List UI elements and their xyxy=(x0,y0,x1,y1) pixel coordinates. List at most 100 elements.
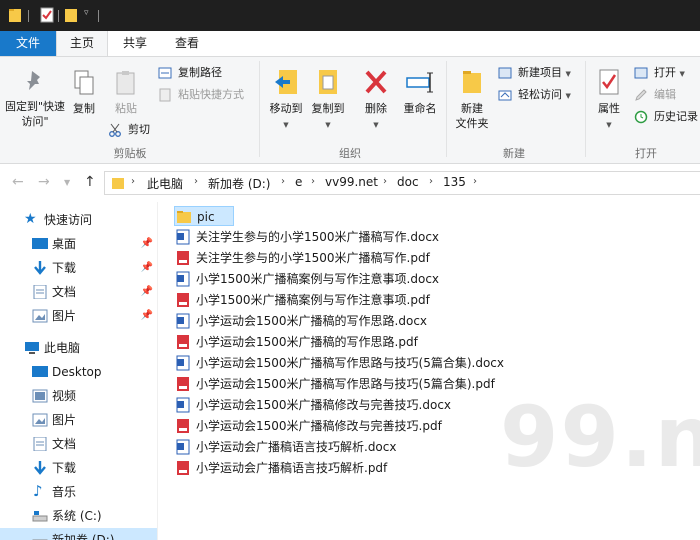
ribbon: 固定到"快速访问" 复制 粘贴 复制路径 粘贴快捷方式 剪切 剪贴板 移动到 ▼ … xyxy=(0,56,700,164)
open-group-label: 打开 xyxy=(635,147,657,160)
nav-item-label: 系统 (C:) xyxy=(52,509,102,523)
new-item-button[interactable]: 新建项目 ▼ xyxy=(498,63,571,83)
edit-button[interactable]: 编辑 xyxy=(634,85,676,105)
properties-button[interactable]: 属性 ▼ xyxy=(590,67,628,133)
download-icon xyxy=(34,461,46,475)
nav-item-pictures[interactable]: 图片 📌 xyxy=(0,304,157,328)
pin-icon[interactable]: 📌 xyxy=(141,304,153,328)
address-bar[interactable]: › 此电脑 › 新加卷 (D:) › e › vv99.net › doc › … xyxy=(104,171,700,195)
up-arrow-icon[interactable]: ↑ xyxy=(84,174,96,190)
nav-quick-access-label: 快速访问 xyxy=(44,213,93,227)
nav-this-pc-label: 此电脑 xyxy=(44,341,81,355)
paste-icon xyxy=(116,71,135,95)
easy-access-button[interactable]: 轻松访问 ▼ xyxy=(498,85,571,105)
list-item-folder[interactable]: pic xyxy=(174,206,234,226)
nav-item-drive-d[interactable]: 新加卷 (D:) xyxy=(0,528,157,540)
nav-item-videos[interactable]: 视频 xyxy=(0,384,157,408)
pin-icon[interactable]: 📌 xyxy=(141,232,153,256)
file-name: 关注学生参与的小学1500米广播稿写作.docx xyxy=(196,230,440,244)
breadcrumb-separator: › xyxy=(473,176,477,187)
folder-icon xyxy=(112,178,124,189)
delete-button[interactable]: 删除 ▼ xyxy=(358,67,394,133)
copy-to-button[interactable]: 复制到 ▼ xyxy=(306,67,350,133)
edit-icon xyxy=(635,89,647,101)
nav-item-drive-c[interactable]: 系统 (C:) xyxy=(0,504,157,528)
rename-button[interactable]: 重命名 xyxy=(398,67,442,116)
nav-item-label: Desktop xyxy=(52,365,102,379)
breadcrumb-135[interactable]: 135 xyxy=(443,175,466,189)
breadcrumb-separator: › xyxy=(311,176,315,187)
nav-this-pc[interactable]: 此电脑 xyxy=(0,336,157,360)
new-folder-icon[interactable] xyxy=(64,7,78,23)
title-bar: ▿ xyxy=(0,0,700,31)
pictures-icon xyxy=(32,309,48,323)
nav-quick-access[interactable]: ★ 快速访问 xyxy=(0,208,157,232)
nav-item-label: 下载 xyxy=(52,261,77,275)
nav-item-music[interactable]: ♪ 音乐 xyxy=(0,480,157,504)
videos-icon xyxy=(32,389,48,403)
properties-check-icon[interactable] xyxy=(40,7,54,23)
nav-item-label: 文档 xyxy=(52,437,77,451)
pin-icon[interactable]: 📌 xyxy=(141,280,153,304)
nav-item-documents-pc[interactable]: 文档 xyxy=(0,432,157,456)
file-name: 小学运动会1500米广播稿写作思路与技巧(5篇合集).docx xyxy=(196,356,505,370)
new-folder-button[interactable]: 新建 文件夹 xyxy=(450,67,494,131)
breadcrumb-this-pc[interactable]: 此电脑 xyxy=(147,175,183,192)
copy-button[interactable]: 复制 xyxy=(66,69,102,116)
move-to-button[interactable]: 移动到 ▼ xyxy=(264,67,308,133)
word-document-icon xyxy=(176,271,190,287)
nav-item-desktop[interactable]: 桌面 📌 xyxy=(0,232,157,256)
back-arrow-icon[interactable]: ← xyxy=(12,174,24,190)
pictures-icon xyxy=(32,413,48,427)
navpane-scrollbar[interactable] xyxy=(157,202,158,540)
file-name: 小学运动会广播稿语言技巧解析.pdf xyxy=(196,461,388,475)
copy-to-icon xyxy=(319,70,337,94)
move-to-label: 移动到 xyxy=(269,102,303,115)
nav-item-downloads[interactable]: 下载 📌 xyxy=(0,256,157,280)
tab-view[interactable]: 查看 xyxy=(164,31,210,56)
pdf-document-icon xyxy=(177,377,189,391)
file-name: 小学运动会1500米广播稿的写作思路.docx xyxy=(196,314,428,328)
copy-path-button[interactable]: 复制路径 xyxy=(158,63,222,83)
delete-label: 删除 xyxy=(365,102,387,115)
history-button[interactable]: 历史记录 xyxy=(634,107,698,127)
drive-icon xyxy=(32,539,48,540)
ribbon-separator xyxy=(259,61,260,157)
word-document-icon xyxy=(176,397,190,413)
open-button[interactable]: 打开 ▼ xyxy=(634,63,685,83)
music-icon: ♪ xyxy=(33,482,43,500)
pin-icon[interactable]: 📌 xyxy=(141,256,153,280)
paste-button[interactable]: 粘贴 xyxy=(106,69,146,116)
title-separator xyxy=(98,10,99,22)
nav-item-pictures-pc[interactable]: 图片 xyxy=(0,408,157,432)
tab-share[interactable]: 共享 xyxy=(112,31,158,56)
recent-locations-icon[interactable]: ▼ xyxy=(64,178,70,187)
forward-arrow-icon[interactable]: → xyxy=(38,174,50,190)
pdf-document-icon xyxy=(177,335,189,349)
nav-item-documents[interactable]: 文档 📌 xyxy=(0,280,157,304)
nav-item-label: 音乐 xyxy=(52,485,77,499)
paste-shortcut-label: 粘贴快捷方式 xyxy=(178,88,244,101)
breadcrumb-drive-d[interactable]: 新加卷 (D:) xyxy=(208,175,270,192)
title-separator xyxy=(28,10,29,22)
download-icon xyxy=(34,261,46,275)
tab-home[interactable]: 主页 xyxy=(56,31,108,56)
rename-icon xyxy=(406,72,433,93)
breadcrumb-separator: › xyxy=(383,176,387,187)
pin-quick-access-button[interactable]: 固定到"快速访问" xyxy=(4,69,66,129)
customize-quick-access-icon[interactable]: ▿ xyxy=(84,8,89,18)
cut-button[interactable]: 剪切 xyxy=(108,120,150,140)
open-icon xyxy=(634,67,648,79)
nav-item-desktop-en[interactable]: Desktop xyxy=(0,360,157,384)
organize-group-label: 组织 xyxy=(339,147,361,160)
breadcrumb-vv99[interactable]: vv99.net xyxy=(325,175,378,189)
pdf-document-icon xyxy=(177,293,189,307)
computer-icon xyxy=(25,342,39,354)
breadcrumb-e[interactable]: e xyxy=(295,175,302,189)
paste-shortcut-button[interactable]: 粘贴快捷方式 xyxy=(158,85,244,105)
cut-label: 剪切 xyxy=(128,123,150,136)
nav-item-downloads-pc[interactable]: 下载 xyxy=(0,456,157,480)
paste-label: 粘贴 xyxy=(115,102,137,115)
tab-file[interactable]: 文件 xyxy=(0,31,56,56)
breadcrumb-doc[interactable]: doc xyxy=(397,175,419,189)
